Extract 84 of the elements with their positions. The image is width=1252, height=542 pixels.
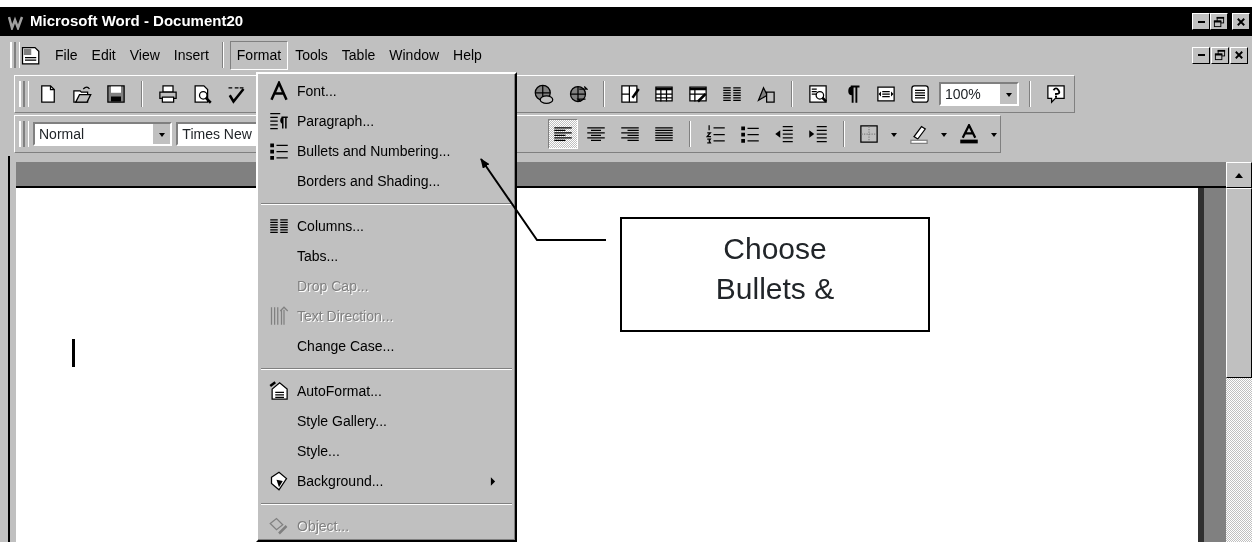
caret-icon: [1004, 90, 1013, 98]
minimize-icon: [1197, 54, 1205, 56]
menu-item[interactable]: Columns...: [297, 215, 364, 237]
restore-button[interactable]: [1211, 46, 1229, 64]
menu-item[interactable]: Change Case...: [297, 335, 395, 357]
submenu-arrow-icon: [490, 475, 496, 487]
menu-item[interactable]: Paragraph...: [297, 110, 375, 132]
drawing-icon[interactable]: [756, 84, 776, 104]
close-icon: [1235, 15, 1247, 28]
spreadsheet-icon[interactable]: [688, 84, 708, 104]
spelling-check-icon[interactable]: [226, 84, 246, 104]
autoformat-icon: [269, 381, 289, 401]
restore-icon: [1213, 15, 1225, 28]
zoom-dropdown[interactable]: 100%: [939, 82, 1019, 106]
menu-item[interactable]: AutoFormat...: [297, 380, 382, 402]
text-direction-icon: [269, 306, 289, 326]
table-icon[interactable]: [654, 84, 674, 104]
style-dropdown[interactable]: Normal: [33, 122, 173, 146]
menu-item[interactable]: Window: [382, 40, 447, 70]
justify-icon: [654, 124, 675, 144]
document-map-icon[interactable]: [808, 84, 828, 104]
align-left-icon: [552, 124, 573, 144]
caret-icon: [157, 130, 166, 138]
globe-icon[interactable]: [534, 84, 554, 104]
menu-item[interactable]: Table: [334, 40, 383, 70]
folder-icon[interactable]: [72, 84, 92, 104]
window-title: Microsoft Word - Document20: [30, 11, 244, 32]
letter-a-icon: [269, 81, 289, 101]
page-lines-icon[interactable]: [910, 84, 930, 104]
menu-item[interactable]: File: [48, 40, 85, 70]
borders-icon[interactable]: [859, 124, 880, 144]
decrease-indent-icon[interactable]: [773, 124, 794, 144]
menu-item[interactable]: Help: [446, 40, 489, 70]
menu-item[interactable]: Edit: [84, 40, 123, 70]
globe-arrows-icon[interactable]: [568, 84, 588, 104]
caret-icon[interactable]: [890, 130, 899, 138]
increase-indent-icon[interactable]: [807, 124, 828, 144]
columns-icon: [269, 216, 289, 236]
menu-item[interactable]: View: [122, 40, 167, 70]
close-icon: [1233, 49, 1245, 61]
menu-item[interactable]: Background...: [297, 470, 384, 492]
columns-icon[interactable]: [722, 84, 742, 104]
bulleted-list-icon: [269, 141, 289, 161]
paragraph-icon: [269, 111, 289, 131]
scrollbar-thumb[interactable]: [1226, 188, 1252, 378]
object-icon: [269, 516, 289, 536]
menu-item[interactable]: Style...: [297, 440, 340, 462]
page-fit-icon[interactable]: [876, 84, 896, 104]
scroll-up-button[interactable]: [1226, 162, 1252, 188]
paint-bucket-icon: [269, 471, 289, 491]
minimize-button[interactable]: [1192, 46, 1210, 64]
menu-item[interactable]: Format: [229, 40, 289, 70]
text-cursor: [72, 339, 75, 367]
caret-icon[interactable]: [989, 130, 998, 138]
callout-text: Choose: [722, 231, 828, 267]
table-pencil-icon[interactable]: [620, 84, 640, 104]
bulleted-list-icon[interactable]: [739, 124, 760, 144]
help-icon[interactable]: [1046, 84, 1066, 104]
align-left-button[interactable]: [547, 119, 578, 149]
up-arrow-icon: [1234, 171, 1244, 179]
minimize-icon: [1197, 20, 1205, 23]
menu-item[interactable]: Style Gallery...: [297, 410, 387, 432]
menu-item[interactable]: Font...: [297, 80, 337, 102]
menu-item[interactable]: Borders and Shading...: [297, 170, 441, 192]
menu-item[interactable]: Tools: [288, 40, 335, 70]
restore-icon: [1214, 49, 1226, 61]
restore-button[interactable]: [1210, 13, 1228, 30]
align-right-icon: [620, 124, 641, 144]
menu-item[interactable]: Insert: [166, 40, 216, 70]
print-preview-icon[interactable]: [192, 84, 212, 104]
highlighter-icon[interactable]: [909, 124, 930, 144]
numbered-list-icon[interactable]: [706, 124, 726, 144]
printer-icon[interactable]: [158, 84, 178, 104]
font-color-icon[interactable]: [959, 124, 980, 144]
document-icon[interactable]: [20, 45, 40, 65]
minimize-button[interactable]: [1192, 13, 1210, 30]
menu-item[interactable]: Bullets and Numbering...: [297, 140, 451, 162]
close-button[interactable]: [1230, 46, 1248, 64]
caret-icon[interactable]: [940, 130, 949, 138]
align-center-icon: [586, 124, 607, 144]
callout-text: Bullets &: [714, 271, 836, 307]
new-page-icon[interactable]: [38, 84, 58, 104]
menu-item[interactable]: Tabs...: [297, 245, 339, 267]
close-button[interactable]: [1232, 13, 1250, 30]
